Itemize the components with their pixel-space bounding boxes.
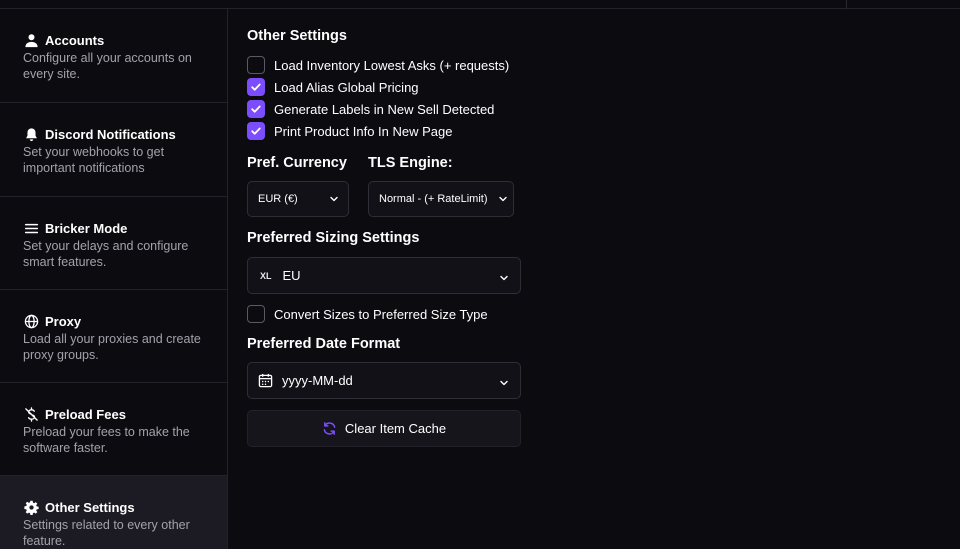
sidebar-item-title: Accounts: [45, 33, 105, 48]
sidebar-item-description: Settings related to every other feature.: [23, 518, 190, 548]
checkbox-row-load-inventory[interactable]: Load Inventory Lowest Asks (+ requests): [247, 56, 509, 74]
checkbox-row-generate-labels[interactable]: Generate Labels in New Sell Detected: [247, 100, 494, 118]
sidebar-item-preload-fees[interactable]: Preload Fees Preload your fees to make t…: [0, 383, 227, 476]
chevron-down-icon: [498, 194, 508, 204]
page-title: Other Settings: [247, 28, 347, 44]
currency-value: EUR (€): [258, 193, 298, 205]
user-icon: [25, 34, 38, 48]
checkbox-row-convert-sizes[interactable]: Convert Sizes to Preferred Size Type: [247, 305, 488, 323]
check-icon: [251, 83, 261, 91]
sidebar-item-title: Bricker Mode: [45, 221, 128, 236]
tls-engine-value: Normal - (+ RateLimit): [379, 193, 488, 205]
sizing-settings-label: Preferred Sizing Settings: [247, 230, 420, 246]
gear-icon: [24, 500, 39, 515]
sidebar-item-description: Set your delays and configure smart feat…: [23, 239, 189, 269]
sidebar-item-accounts[interactable]: Accounts Configure all your accounts on …: [0, 9, 227, 103]
checkbox-row-alias-pricing[interactable]: Load Alias Global Pricing: [247, 78, 419, 96]
clear-item-cache-label: Clear Item Cache: [344, 421, 447, 436]
checkbox-label: Load Inventory Lowest Asks (+ requests): [274, 57, 510, 73]
sidebar-item-description: Set your webhooks to get important notif…: [23, 145, 165, 175]
sidebar-item-title: Other Settings: [45, 500, 135, 515]
sidebar-item-description: Preload your fees to make the software f…: [23, 425, 190, 455]
size-xl-icon: XL: [260, 270, 272, 281]
checkbox-label: Generate Labels in New Sell Detected: [274, 101, 495, 117]
sidebar-item-bricker-mode[interactable]: Bricker Mode Set your delays and configu…: [0, 197, 227, 290]
checkbox-row-print-product-info[interactable]: Print Product Info In New Page: [247, 122, 452, 140]
date-format-value: yyyy-MM-dd: [282, 373, 353, 388]
chevron-down-icon: [499, 376, 509, 386]
checkbox-label: Convert Sizes to Preferred Size Type: [274, 306, 488, 322]
date-format-label: Preferred Date Format: [247, 336, 401, 352]
calendar-icon: [258, 373, 273, 388]
sidebar-item-description: Configure all your accounts on every sit…: [23, 51, 192, 81]
sizing-select[interactable]: XL EU: [247, 257, 521, 294]
alias-pricing-checkbox[interactable]: [247, 78, 265, 96]
top-bar: [0, 0, 960, 9]
tls-engine-label: TLS Engine:: [368, 155, 453, 171]
tls-engine-select[interactable]: Normal - (+ RateLimit): [368, 181, 514, 217]
sidebar-item-title: Discord Notifications: [45, 127, 176, 142]
currency-select[interactable]: EUR (€): [247, 181, 349, 217]
print-product-info-checkbox[interactable]: [247, 122, 265, 140]
checkbox-label: Print Product Info In New Page: [274, 123, 453, 139]
check-icon: [251, 127, 261, 135]
sidebar-item-description: Load all your proxies and create proxy g…: [23, 332, 201, 362]
chevron-down-icon: [329, 194, 339, 204]
sidebar-item-discord-notifications[interactable]: Discord Notifications Set your webhooks …: [0, 103, 227, 197]
sidebar-item-proxy[interactable]: Proxy Load all your proxies and create p…: [0, 290, 227, 383]
top-bar-divider: [846, 0, 847, 9]
clear-item-cache-button[interactable]: Clear Item Cache: [247, 410, 521, 447]
sizing-value: EU: [282, 268, 301, 283]
sidebar-item-title: Proxy: [45, 314, 82, 329]
convert-sizes-checkbox[interactable]: [247, 305, 265, 323]
sidebar-item-title: Preload Fees: [45, 407, 126, 422]
check-icon: [251, 105, 261, 113]
refresh-icon: [323, 422, 336, 435]
currency-label: Pref. Currency: [247, 155, 347, 171]
sidebar-item-other-settings[interactable]: Other Settings Settings related to every…: [0, 476, 227, 549]
generate-labels-checkbox[interactable]: [247, 100, 265, 118]
checkbox-label: Load Alias Global Pricing: [274, 79, 419, 95]
menu-icon: [24, 223, 39, 234]
dollar-off-icon: [25, 407, 38, 422]
globe-icon: [24, 314, 39, 329]
sidebar: Accounts Configure all your accounts on …: [0, 9, 228, 549]
bell-icon: [26, 128, 37, 142]
date-format-select[interactable]: yyyy-MM-dd: [247, 362, 521, 399]
chevron-down-icon: [499, 271, 509, 281]
load-inventory-checkbox[interactable]: [247, 56, 265, 74]
